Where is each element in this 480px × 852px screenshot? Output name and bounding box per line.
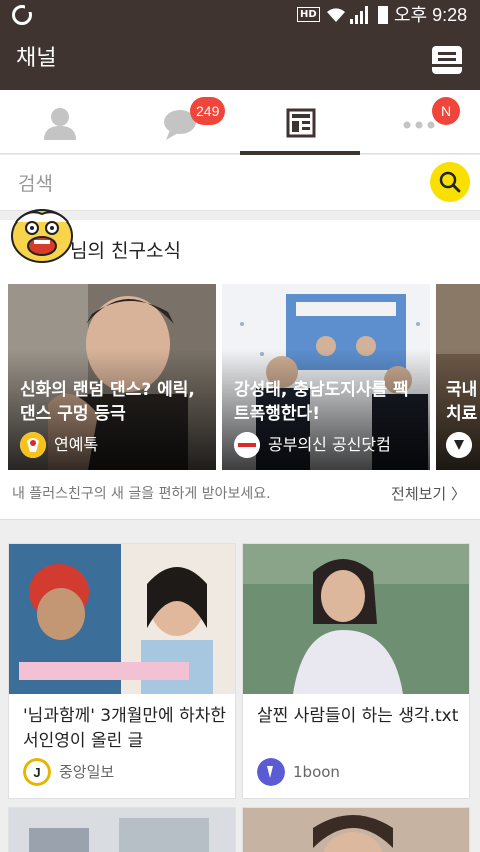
source-name: 중앙일보 (59, 763, 115, 781)
feed-photo (243, 544, 469, 694)
feed-photo (9, 808, 235, 852)
person-icon (44, 108, 76, 140)
search-input[interactable]: 검색 (18, 169, 418, 199)
svg-text:J: J (33, 765, 40, 780)
battery-icon (378, 6, 388, 24)
search-button[interactable] (430, 162, 470, 202)
view-all-link[interactable]: 전체보기 〉 (391, 484, 466, 504)
tab-channel[interactable] (240, 90, 360, 155)
friend-news-card[interactable]: 강성태, 충남도지사를 팩트폭행한다! 공부의신 공신닷컴 (222, 284, 430, 470)
feed-title: 살찐 사람들이 하는 생각.txt (257, 706, 459, 726)
more-new-badge: N (432, 97, 460, 125)
card-headline: 강성태, 충남도지사를 팩트폭행한다! (234, 380, 409, 424)
search-icon (439, 171, 461, 193)
friend-news-card[interactable]: 신화의 랜덤 댄스? 에릭, 댄스 구멍 등극 연예톡 (8, 284, 216, 470)
wifi-icon (327, 8, 345, 22)
tab-more[interactable]: N (360, 90, 480, 154)
source-logo (234, 432, 260, 458)
chats-badge: 249 (190, 97, 226, 125)
friends-news-section: 님의 친구소식 신화의 랜덤 댄스? 에릭, 댄스 구멍 등극 연예톡 강성태,… (0, 209, 480, 520)
source-logo (446, 432, 472, 458)
status-time: 오후 9:28 (394, 5, 468, 25)
hd-indicator: HD (297, 7, 320, 22)
channel-shop-icon[interactable] (430, 44, 464, 76)
source-logo (20, 432, 46, 458)
feed-card[interactable] (8, 807, 236, 852)
plus-friend-hint: 내 플러스친구의 새 글을 편하게 받아보세요. (12, 486, 271, 502)
tab-friends[interactable] (0, 90, 120, 154)
source-name: 공부의신 공신닷컴 (268, 435, 391, 454)
feed-card[interactable]: '님과함께' 3개월만에 하차한 서인영이 올린 글 J 중앙일보 (8, 543, 236, 799)
source-name: 1boon (293, 763, 340, 781)
profile-avatar[interactable] (8, 206, 76, 264)
tab-chats[interactable]: 249 (120, 90, 240, 154)
status-bar: HD 오후 9:28 (0, 0, 480, 30)
feed-photo (9, 544, 235, 694)
joongang-logo: J (23, 758, 51, 786)
1boon-logo (257, 758, 285, 786)
card-headline: 국내 치료 (446, 380, 478, 424)
feed-card[interactable]: 살찐 사람들이 하는 생각.txt 1boon (242, 543, 470, 799)
source-name: 연예톡 (54, 435, 99, 454)
app-notification-icon (12, 4, 33, 25)
main-tabs: 249 N (0, 90, 480, 155)
search-bar: 검색 (0, 155, 480, 211)
feed-card[interactable] (242, 807, 470, 852)
page-title: 채널 (16, 46, 57, 71)
feed-title: '님과함께' 3개월만에 하차한 서인영이 올린 글 (23, 706, 227, 751)
feed-photo (243, 808, 469, 852)
signal-icon (350, 6, 368, 24)
app-header: 채널 (0, 30, 480, 90)
section-title: 님의 친구소식 (70, 240, 181, 262)
friend-news-card[interactable]: 국내 치료 (436, 284, 480, 470)
channel-icon (286, 108, 316, 138)
card-headline: 신화의 랜덤 댄스? 에릭, 댄스 구멍 등극 (20, 380, 195, 424)
